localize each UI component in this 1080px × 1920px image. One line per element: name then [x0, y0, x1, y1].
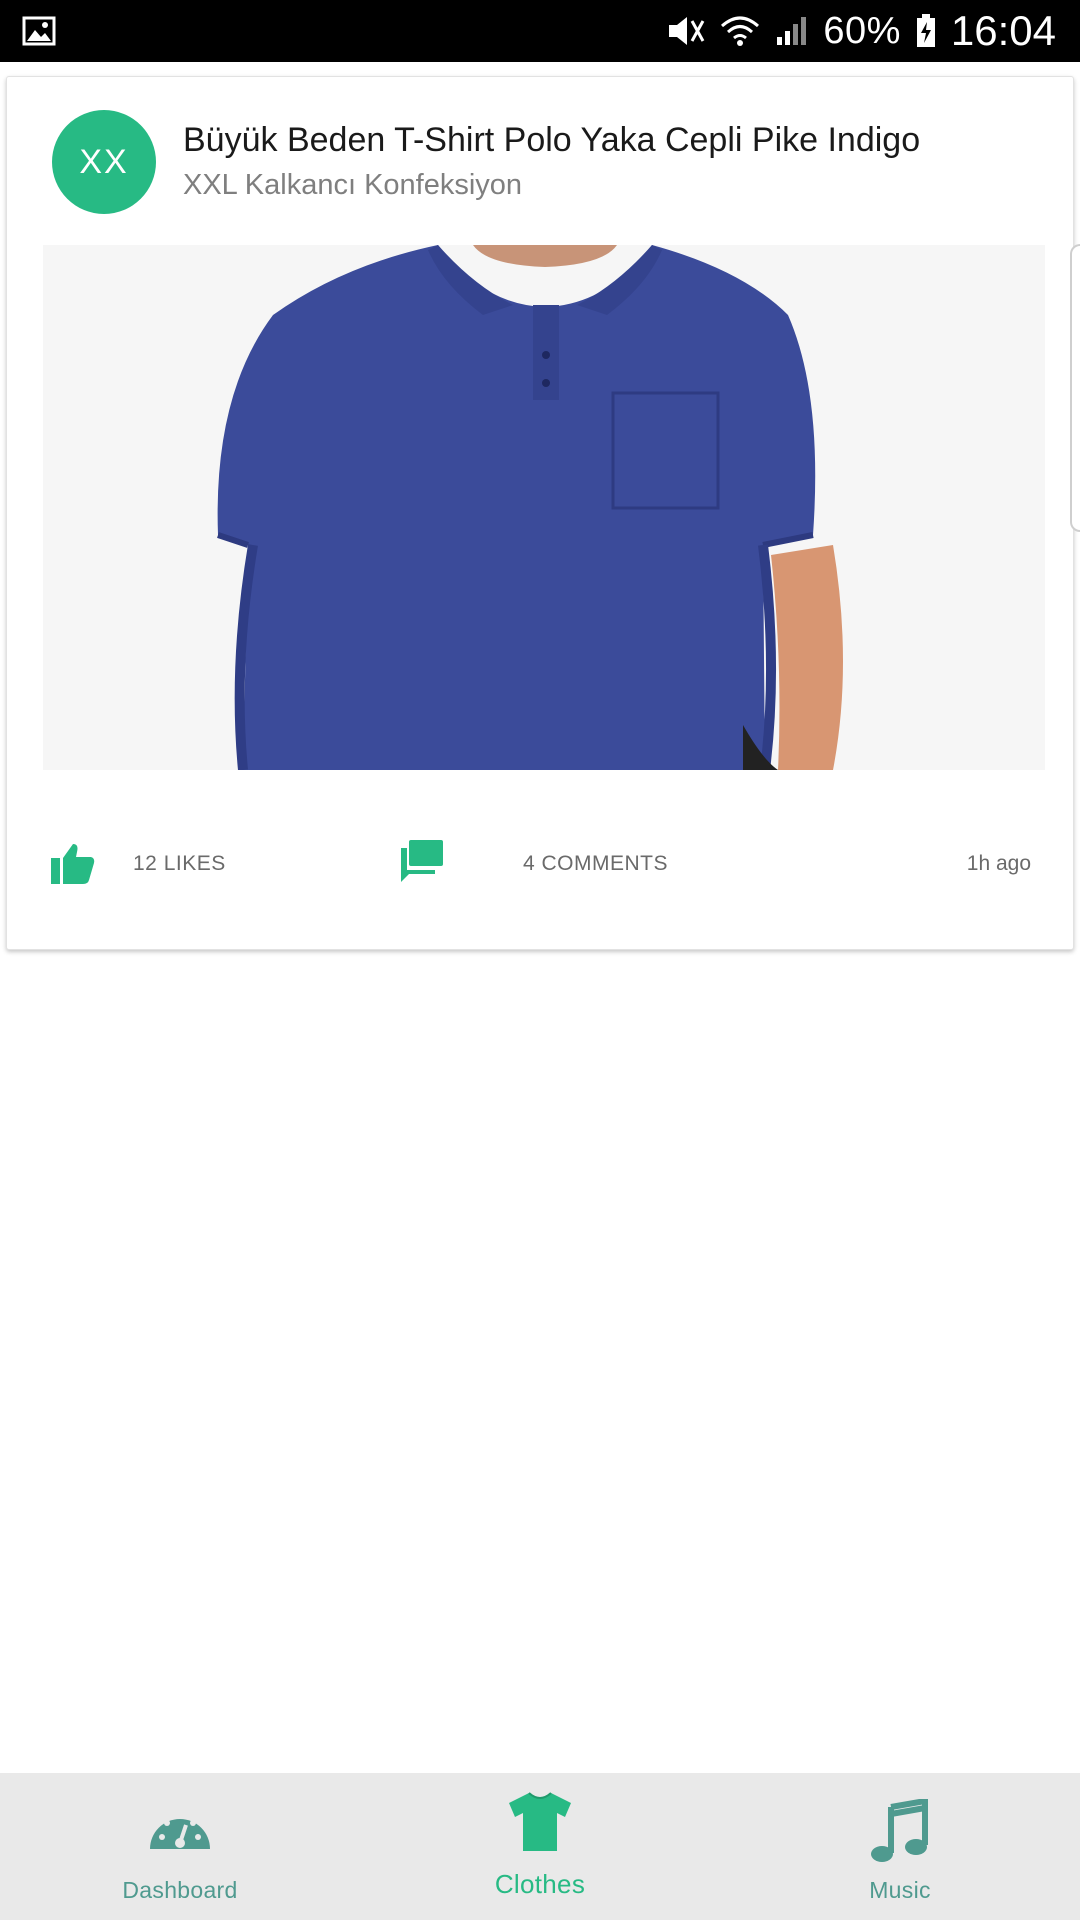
post-title: Büyük Beden T-Shirt Polo Yaka Cepli Pike… — [183, 121, 921, 159]
music-note-icon — [871, 1799, 928, 1862]
avatar[interactable]: XX — [52, 110, 156, 214]
post-time: 1h ago — [966, 852, 1031, 875]
tshirt-icon — [509, 1792, 571, 1851]
nav-item-music[interactable]: Music — [720, 1773, 1080, 1920]
wifi-icon — [721, 16, 760, 46]
mute-icon — [669, 17, 705, 45]
nav-label-music: Music — [869, 1877, 931, 1903]
clock: 16:04 — [950, 7, 1056, 54]
edge-panel-handle[interactable] — [1070, 244, 1080, 532]
gallery-icon — [22, 16, 56, 46]
nav-label-clothes: Clothes — [494, 1869, 586, 1899]
post-subtitle: XXL Kalkancı Konfeksiyon — [183, 169, 523, 201]
comments-count[interactable]: 4 COMMENTS — [523, 852, 668, 876]
battery-icon — [916, 14, 935, 47]
post-card[interactable]: XX Büyük Beden T-Shirt Polo Yaka Cepli P… — [6, 76, 1074, 950]
product-image[interactable] — [43, 245, 1045, 770]
dashboard-gauge-icon — [150, 1812, 210, 1849]
battery-percent: 60% — [823, 9, 901, 52]
status-bar: 60% 16:04 — [0, 0, 1080, 62]
post-actions: 12 LIKES 4 COMMENTS 1h ago — [7, 832, 1075, 902]
likes-count[interactable]: 12 LIKES — [133, 852, 226, 876]
nav-item-dashboard[interactable]: Dashboard — [0, 1773, 360, 1920]
signal-icon — [777, 17, 807, 45]
comments-icon[interactable] — [399, 838, 445, 884]
bottom-navigation: Dashboard Clothes Music — [0, 1773, 1080, 1920]
nav-item-clothes[interactable]: Clothes — [360, 1773, 720, 1920]
nav-label-dashboard: Dashboard — [122, 1877, 238, 1903]
thumbs-up-icon[interactable] — [49, 840, 95, 886]
